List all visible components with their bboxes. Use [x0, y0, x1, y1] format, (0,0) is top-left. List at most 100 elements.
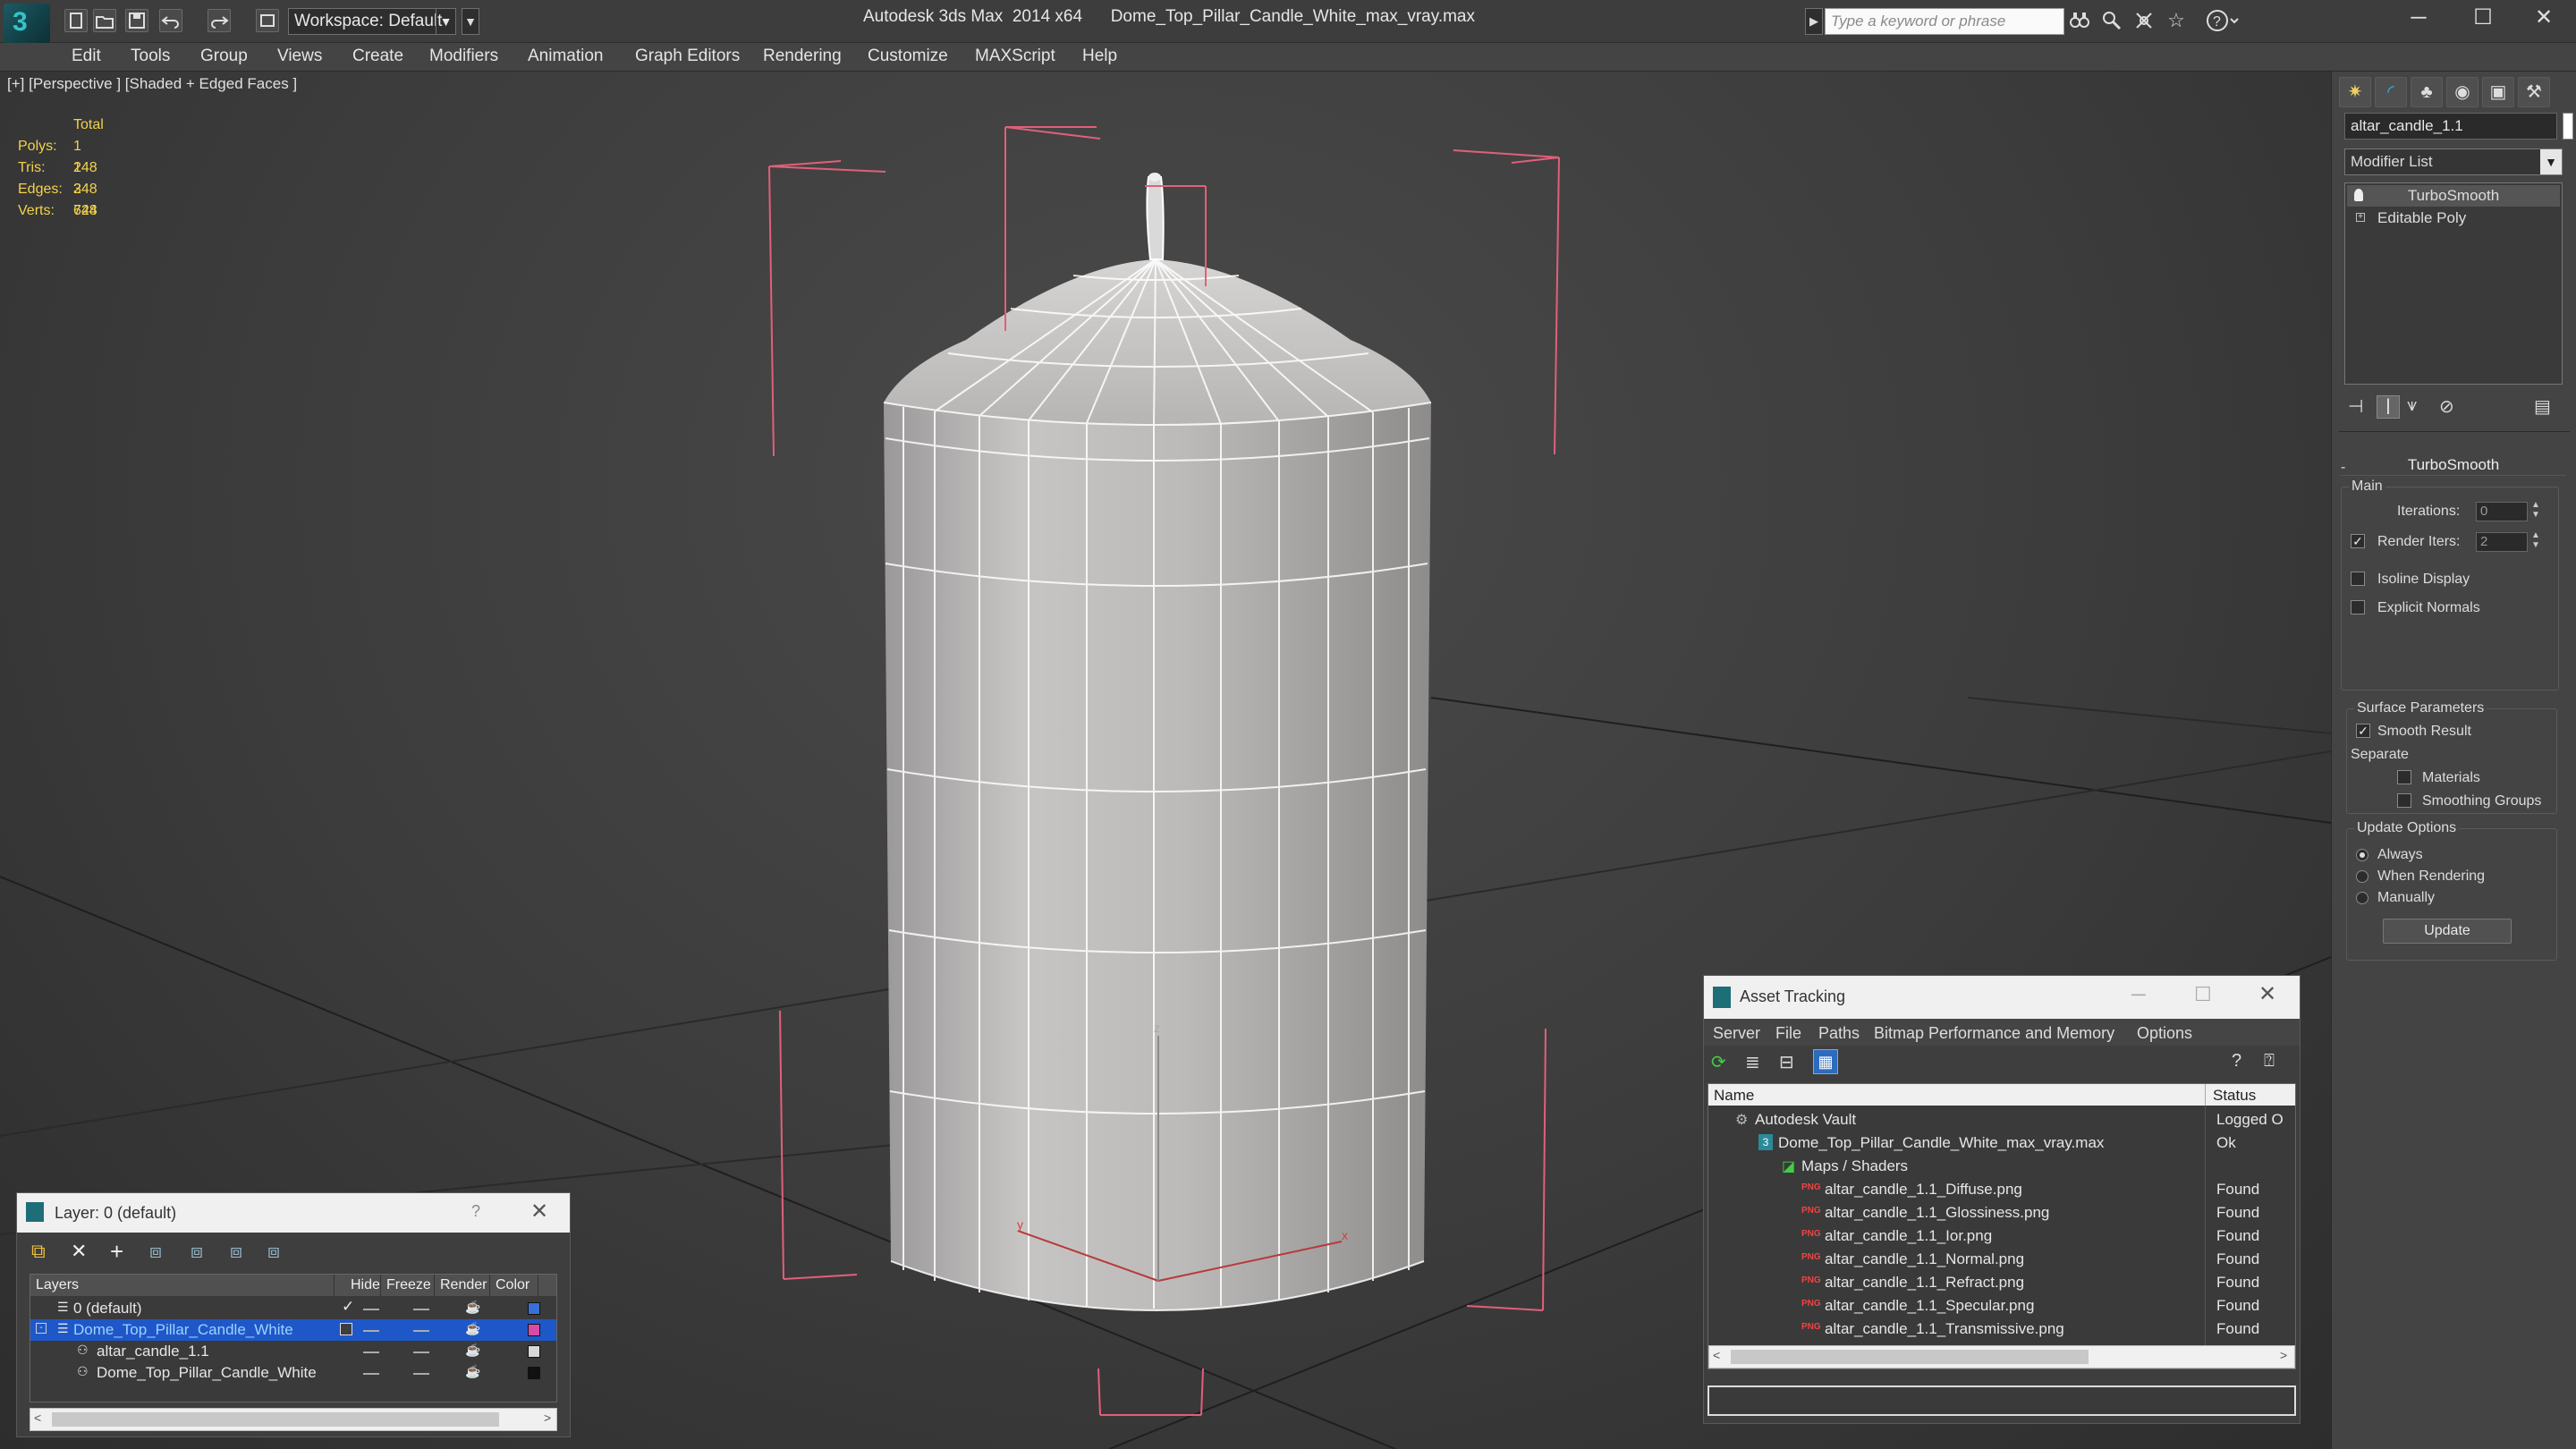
scroll-left-icon[interactable]: <: [34, 1411, 41, 1425]
make-unique-icon[interactable]: ⩛: [2407, 395, 2417, 416]
object-color-swatch[interactable]: [2563, 113, 2573, 140]
minimize-window-icon[interactable]: ─: [2386, 0, 2451, 38]
asset-row[interactable]: PNG altar_candle_1.1_Refract.png Found: [1708, 1272, 2295, 1294]
menu-maxscript[interactable]: MAXScript: [975, 47, 1055, 66]
help-icon[interactable]: ?: [2206, 9, 2241, 32]
menu-create[interactable]: Create: [352, 47, 403, 66]
highlight-layer-icon[interactable]: ⧈: [191, 1240, 203, 1263]
list-view-icon[interactable]: ≣: [1745, 1051, 1760, 1073]
turbosmooth-rollout-title[interactable]: TurboSmooth: [2341, 454, 2566, 476]
current-layer-checkbox[interactable]: [340, 1323, 352, 1335]
layer-list[interactable]: Layers Hide Freeze Render Color ☰ 0 (def…: [30, 1274, 557, 1402]
tree-view-icon[interactable]: ⊟: [1779, 1051, 1794, 1073]
close-window-icon[interactable]: ✕: [2512, 0, 2576, 38]
hide-all-layers-icon[interactable]: ⧈: [230, 1240, 242, 1263]
motion-tab-icon[interactable]: ◉: [2446, 77, 2479, 107]
explicit-normals-checkbox[interactable]: [2351, 600, 2365, 614]
layer-row[interactable]: ☰ 0 (default) ✓ ☕: [30, 1298, 556, 1319]
manually-radio[interactable]: [2356, 892, 2368, 904]
communication-center-icon[interactable]: [2100, 9, 2123, 32]
teapot-render-icon[interactable]: ☕: [465, 1364, 480, 1379]
modifier-list-dropdown[interactable]: Modifier List ▼: [2344, 148, 2563, 175]
asset-row[interactable]: PNG altar_candle_1.1_Ior.png Found: [1708, 1225, 2295, 1248]
scroll-right-icon[interactable]: >: [2280, 1348, 2287, 1362]
app-logo-button[interactable]: 3: [4, 4, 50, 43]
smoothing-groups-checkbox[interactable]: [2397, 793, 2411, 808]
maximize-window-icon[interactable]: ☐: [2194, 983, 2212, 1006]
horizontal-scrollbar[interactable]: < >: [30, 1408, 557, 1431]
always-radio[interactable]: [2356, 849, 2368, 861]
menu-views[interactable]: Views: [277, 47, 322, 66]
scroll-left-icon[interactable]: <: [1713, 1348, 1720, 1362]
show-end-result-icon[interactable]: |: [2377, 395, 2400, 419]
spinner-arrows-icon[interactable]: ▲ ▼: [2531, 530, 2540, 550]
object-color-swatch[interactable]: [528, 1345, 540, 1358]
create-layer-icon[interactable]: ⧉: [31, 1240, 46, 1263]
layer-window-titlebar[interactable]: Layer: 0 (default) ? ✕: [17, 1193, 570, 1233]
iterations-spinner[interactable]: 0: [2476, 502, 2528, 521]
modify-tab-icon[interactable]: ◜: [2375, 77, 2407, 107]
refresh-icon[interactable]: ⟳: [1711, 1051, 1726, 1073]
render-iters-spinner[interactable]: 2: [2476, 532, 2528, 552]
menu-group[interactable]: Group: [200, 47, 248, 66]
configure-modifier-sets-icon[interactable]: ▤: [2534, 395, 2551, 418]
hierarchy-tab-icon[interactable]: ♣: [2411, 77, 2443, 107]
delete-layer-icon[interactable]: ✕: [71, 1240, 87, 1263]
scroll-right-icon[interactable]: >: [544, 1411, 551, 1425]
utilities-tab-icon[interactable]: ⚒: [2518, 77, 2550, 107]
redo-icon[interactable]: [208, 9, 231, 32]
close-window-icon[interactable]: ✕: [2258, 981, 2276, 1007]
help-icon[interactable]: ?: [2232, 1051, 2241, 1072]
modifier-stack[interactable]: TurboSmooth + Editable Poly: [2344, 182, 2563, 385]
horizontal-scrollbar[interactable]: < >: [1708, 1345, 2295, 1368]
pin-stack-icon[interactable]: ⊣: [2348, 395, 2363, 418]
workspace-dropdown[interactable]: Workspace: Default ▼: [288, 8, 456, 35]
help-button[interactable]: ?: [471, 1202, 480, 1221]
column-hide[interactable]: Hide: [345, 1275, 381, 1296]
object-color-swatch[interactable]: [528, 1367, 540, 1379]
collapse-icon[interactable]: -: [36, 1323, 47, 1334]
close-window-icon[interactable]: ✕: [530, 1199, 548, 1224]
teapot-render-icon[interactable]: ☕: [465, 1321, 480, 1336]
column-layers[interactable]: Layers: [30, 1275, 335, 1296]
scroll-thumb[interactable]: [1731, 1350, 2089, 1364]
layer-object-row[interactable]: ⚇ Dome_Top_Pillar_Candle_White ☕: [30, 1362, 556, 1384]
lightbulb-icon[interactable]: [2354, 189, 2363, 201]
minimize-window-icon[interactable]: ─: [2131, 983, 2146, 1006]
layer-color-swatch[interactable]: [528, 1324, 540, 1336]
asset-row-vault[interactable]: ⚙ Autodesk Vault Logged O: [1708, 1109, 2295, 1131]
menu-tools[interactable]: Tools: [131, 47, 170, 66]
when-rendering-radio[interactable]: [2356, 870, 2368, 883]
menu-options[interactable]: Options: [2137, 1024, 2192, 1043]
column-name[interactable]: Name: [1714, 1087, 1754, 1105]
open-file-icon[interactable]: [93, 9, 116, 32]
teapot-render-icon[interactable]: ☕: [465, 1343, 480, 1358]
asset-row-max-file[interactable]: 3 Dome_Top_Pillar_Candle_White_max_vray.m…: [1708, 1132, 2295, 1155]
layer-row-selected[interactable]: - ☰ Dome_Top_Pillar_Candle_White ☕: [30, 1319, 556, 1341]
menu-graph-editors[interactable]: Graph Editors: [635, 47, 740, 66]
layer-object-row[interactable]: ⚇ altar_candle_1.1 ☕: [30, 1341, 556, 1362]
freeze-all-layers-icon[interactable]: ⧈: [267, 1240, 280, 1263]
table-view-icon[interactable]: ▦: [1813, 1049, 1838, 1074]
menu-animation[interactable]: Animation: [528, 47, 604, 66]
search-expand-icon[interactable]: ▶: [1805, 8, 1823, 35]
column-color[interactable]: Color: [490, 1275, 538, 1296]
undo-icon[interactable]: [159, 9, 182, 32]
context-help-icon[interactable]: ⍰: [2264, 1051, 2275, 1072]
asset-row[interactable]: PNG altar_candle_1.1_Diffuse.png Found: [1708, 1179, 2295, 1201]
menu-paths[interactable]: Paths: [1818, 1024, 1860, 1043]
materials-checkbox[interactable]: [2397, 770, 2411, 784]
stack-item-editable-poly[interactable]: + Editable Poly: [2347, 208, 2560, 229]
asset-row[interactable]: PNG altar_candle_1.1_Normal.png Found: [1708, 1249, 2295, 1271]
save-file-icon[interactable]: [125, 9, 148, 32]
teapot-render-icon[interactable]: ☕: [465, 1300, 480, 1315]
asset-window-titlebar[interactable]: Asset Tracking ─ ☐ ✕: [1704, 976, 2300, 1019]
column-render[interactable]: Render: [435, 1275, 490, 1296]
asset-path-field[interactable]: [1707, 1385, 2296, 1416]
menu-rendering[interactable]: Rendering: [763, 47, 842, 66]
scroll-thumb[interactable]: [52, 1412, 499, 1427]
add-to-layer-icon[interactable]: +: [110, 1238, 123, 1266]
menu-bitmap-performance[interactable]: Bitmap Performance and Memory: [1874, 1024, 2114, 1043]
layer-color-swatch[interactable]: [528, 1302, 540, 1315]
hold-icon[interactable]: [256, 9, 279, 32]
